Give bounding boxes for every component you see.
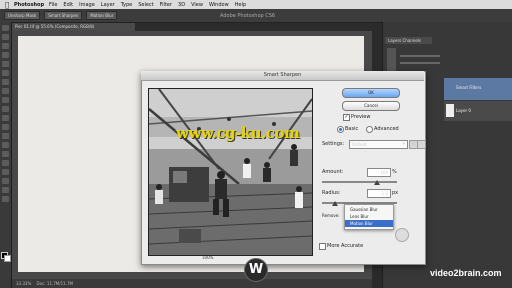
menu-view[interactable]: View bbox=[191, 2, 203, 8]
basic-radio[interactable] bbox=[337, 126, 344, 133]
ok-button[interactable]: OK bbox=[342, 88, 400, 98]
trash-icon[interactable]: ✕ bbox=[417, 140, 426, 149]
settings-dropdown[interactable]: Default bbox=[349, 140, 408, 149]
radius-unit: px bbox=[392, 190, 399, 196]
more-accurate-checkbox[interactable] bbox=[319, 243, 326, 250]
settings-value: Default bbox=[352, 142, 367, 147]
background-color-swatch[interactable] bbox=[4, 255, 11, 262]
opacity-slider[interactable] bbox=[400, 55, 440, 57]
motion-blur-button[interactable]: Motion Blur bbox=[86, 11, 118, 20]
advanced-radio[interactable] bbox=[366, 126, 373, 133]
layer-row-selected[interactable]: Smart Filters bbox=[444, 78, 512, 100]
zoom-level[interactable]: 33.33% bbox=[16, 281, 31, 286]
menu-select[interactable]: Select bbox=[138, 2, 153, 8]
amount-label: Amount: bbox=[322, 169, 344, 175]
healing-tool-icon[interactable] bbox=[2, 79, 9, 85]
layer-name: Smart Filters bbox=[456, 85, 482, 90]
amount-field[interactable]: 100 bbox=[367, 168, 391, 177]
menu-3d[interactable]: 3D bbox=[178, 2, 185, 8]
path-select-tool-icon[interactable] bbox=[2, 169, 9, 175]
hand-tool-icon[interactable] bbox=[2, 187, 9, 193]
lasso-tool-icon[interactable] bbox=[2, 43, 9, 49]
watermark-text: www.cg-ku.com bbox=[176, 124, 300, 142]
preview-zoom-level: 100% bbox=[202, 255, 214, 260]
crop-tool-icon[interactable] bbox=[2, 61, 9, 67]
layer-thumbnail bbox=[446, 104, 454, 117]
zoom-tool-icon[interactable] bbox=[2, 196, 9, 202]
move-tool-icon[interactable] bbox=[2, 25, 9, 31]
dodge-tool-icon[interactable] bbox=[2, 142, 9, 148]
more-accurate-label: More Accurate bbox=[327, 243, 364, 249]
type-tool-icon[interactable] bbox=[2, 160, 9, 166]
basic-label: Basic bbox=[345, 126, 359, 132]
menu-item-gaussian-blur[interactable]: Gaussian Blur bbox=[345, 206, 393, 213]
remove-dropdown-menu[interactable]: Gaussian Blur Lens Blur Motion Blur bbox=[344, 204, 394, 230]
eyedropper-tool-icon[interactable] bbox=[2, 70, 9, 76]
quick-select-tool-icon[interactable] bbox=[2, 52, 9, 58]
menu-filter[interactable]: Filter bbox=[160, 2, 172, 8]
menu-help[interactable]: Help bbox=[235, 2, 246, 8]
logo-icon: W bbox=[244, 258, 268, 282]
preview-photo-drawing bbox=[149, 89, 312, 255]
angle-dial[interactable] bbox=[395, 228, 409, 242]
checkmark-icon: ✓ bbox=[344, 114, 349, 120]
app-menu[interactable]: Photoshop bbox=[14, 2, 44, 8]
unsharp-mask-button[interactable]: Unsharp Mask bbox=[4, 11, 41, 20]
eraser-tool-icon[interactable] bbox=[2, 115, 9, 121]
menu-window[interactable]: Window bbox=[209, 2, 229, 8]
radius-field[interactable]: 1.0 bbox=[367, 189, 391, 198]
brand-watermark: video2brain.com bbox=[430, 268, 502, 278]
radius-slider-knob[interactable] bbox=[332, 201, 338, 206]
cancel-button[interactable]: Cancel bbox=[342, 101, 400, 111]
shape-tool-icon[interactable] bbox=[2, 178, 9, 184]
menu-type[interactable]: Type bbox=[121, 2, 132, 8]
radius-label: Radius: bbox=[322, 190, 341, 196]
doc-size: Doc: 11.7M/11.7M bbox=[36, 281, 73, 286]
options-bar: Unsharp Mask Smart Sharpen Motion Blur A… bbox=[0, 9, 512, 23]
settings-label: Settings: bbox=[322, 141, 345, 147]
menu-edit[interactable]: Edit bbox=[63, 2, 73, 8]
pen-tool-icon[interactable] bbox=[2, 151, 9, 157]
amount-slider-knob[interactable] bbox=[374, 180, 380, 185]
remove-label: Remove: bbox=[322, 213, 340, 218]
window-title: Adobe Photoshop CS6 bbox=[220, 12, 276, 19]
fill-slider[interactable] bbox=[400, 62, 440, 64]
menu-item-lens-blur[interactable]: Lens Blur bbox=[345, 213, 393, 220]
marquee-tool-icon[interactable] bbox=[2, 34, 9, 40]
gradient-tool-icon[interactable] bbox=[2, 124, 9, 130]
tools-panel bbox=[0, 22, 12, 288]
menu-bar:  Photoshop File Edit Image Layer Type S… bbox=[0, 0, 512, 9]
menu-file[interactable]: File bbox=[49, 2, 57, 8]
status-bar: 33.33% Doc: 11.7M/11.7M bbox=[12, 279, 372, 288]
layer-row[interactable]: Layer 0 bbox=[444, 101, 512, 121]
menu-item-motion-blur[interactable]: Motion Blur bbox=[345, 220, 393, 227]
blur-tool-icon[interactable] bbox=[2, 133, 9, 139]
advanced-label: Advanced bbox=[374, 126, 399, 132]
amount-slider[interactable] bbox=[322, 181, 397, 183]
smart-sharpen-button[interactable]: Smart Sharpen bbox=[44, 11, 83, 20]
preview-checkbox[interactable]: ✓ bbox=[343, 114, 350, 121]
layers-panel-tab[interactable]: Layers Channels bbox=[385, 37, 432, 44]
preview-label: Preview bbox=[351, 114, 371, 120]
menu-image[interactable]: Image bbox=[79, 2, 95, 8]
amount-unit: % bbox=[392, 169, 397, 175]
history-brush-tool-icon[interactable] bbox=[2, 106, 9, 112]
document-tab[interactable]: Pier 01.tif @ 55.6% (Composite, RGB/8) bbox=[12, 23, 135, 31]
layer-name: Layer 0 bbox=[456, 108, 471, 113]
apple-icon[interactable]:  bbox=[0, 1, 14, 9]
preview-image[interactable] bbox=[148, 88, 313, 256]
dialog-title: Smart Sharpen bbox=[141, 71, 424, 81]
brush-tool-icon[interactable] bbox=[2, 88, 9, 94]
stamp-tool-icon[interactable] bbox=[2, 97, 9, 103]
menu-layer[interactable]: Layer bbox=[101, 2, 115, 8]
